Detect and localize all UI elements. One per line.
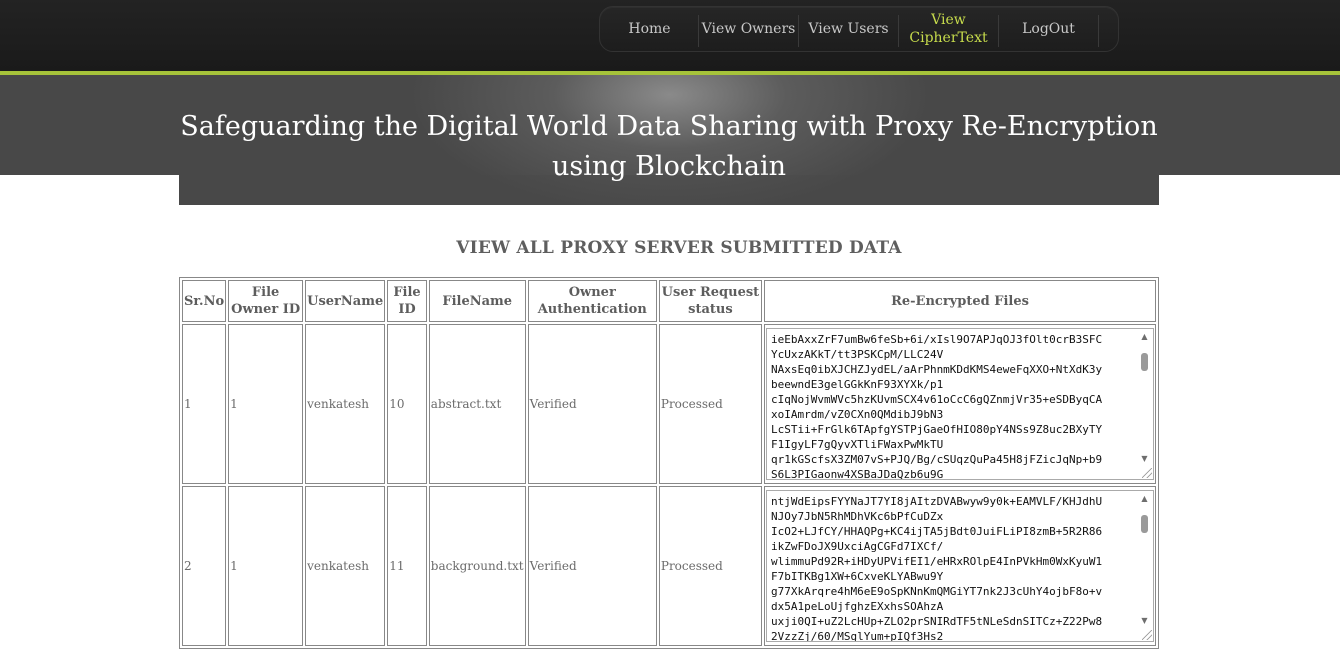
main-nav: Home View Owners View Users View CipherT… — [599, 6, 1119, 52]
table-row: 2 1 venkatesh 11 background.txt Verified… — [182, 486, 1156, 646]
nav-view-owners-link[interactable]: View Owners — [699, 7, 798, 51]
column-header-owner-auth: Owner Authentication — [527, 280, 657, 322]
textarea-scrollbar[interactable]: ▲ ▼ — [1138, 493, 1151, 627]
cell-sr-no: 1 — [182, 324, 227, 484]
cell-sr-no: 2 — [182, 486, 227, 646]
column-header-request-status: User Request status — [658, 280, 762, 322]
cell-file-id: 10 — [387, 324, 427, 484]
column-header-file-id: File ID — [387, 280, 427, 322]
resize-grip-icon[interactable] — [1142, 630, 1152, 640]
cell-re-encrypted-file: ntjWdEipsFYYNaJT7YI8jAItzDVABwyw9y0k+EAM… — [764, 486, 1156, 646]
column-header-sr-no: Sr.No — [182, 280, 227, 322]
column-header-re-encrypted-files: Re-Encrypted Files — [764, 280, 1156, 322]
cipher-textarea[interactable]: ntjWdEipsFYYNaJT7YI8jAItzDVABwyw9y0k+EAM… — [766, 490, 1154, 642]
nav-view-users-link[interactable]: View Users — [799, 7, 898, 51]
cell-re-encrypted-file: ieEbAxxZrF7umBw6feSb+6i/xIsl9O7APJqOJ3fO… — [764, 324, 1156, 484]
site-title: Safeguarding the Digital World Data Shar… — [180, 111, 1158, 182]
column-header-username: UserName — [305, 280, 386, 322]
cell-request-status: Processed — [658, 486, 762, 646]
cell-filename: background.txt — [428, 486, 526, 646]
scroll-thumb[interactable] — [1141, 515, 1148, 533]
scroll-down-arrow-icon[interactable]: ▼ — [1138, 615, 1151, 627]
cell-owner-id: 1 — [228, 486, 304, 646]
column-header-owner-id: File Owner ID — [228, 280, 304, 322]
nav-view-ciphertext-link[interactable]: View CipherText — [899, 7, 998, 51]
table-header-row: Sr.No File Owner ID UserName File ID Fil… — [182, 280, 1156, 322]
cipher-text: ntjWdEipsFYYNaJT7YI8jAItzDVABwyw9y0k+EAM… — [771, 495, 1103, 642]
column-header-filename: FileName — [428, 280, 526, 322]
nav-logout-link[interactable]: LogOut — [999, 7, 1098, 51]
table-row: 1 1 venkatesh 10 abstract.txt Verified P… — [182, 324, 1156, 484]
scroll-up-arrow-icon[interactable]: ▲ — [1138, 331, 1151, 343]
proxy-data-table: Sr.No File Owner ID UserName File ID Fil… — [179, 277, 1159, 649]
resize-grip-icon[interactable] — [1142, 468, 1152, 478]
cell-filename: abstract.txt — [428, 324, 526, 484]
cell-owner-auth: Verified — [527, 324, 657, 484]
cell-owner-auth: Verified — [527, 486, 657, 646]
page-heading: VIEW ALL PROXY SERVER SUBMITTED DATA — [456, 238, 902, 258]
cell-username: venkatesh — [305, 486, 386, 646]
nav-divider — [1098, 15, 1099, 47]
cipher-text: ieEbAxxZrF7umBw6feSb+6i/xIsl9O7APJqOJ3fO… — [771, 333, 1103, 480]
scroll-thumb[interactable] — [1141, 353, 1148, 371]
scroll-up-arrow-icon[interactable]: ▲ — [1138, 493, 1151, 505]
scroll-down-arrow-icon[interactable]: ▼ — [1138, 453, 1151, 465]
cell-file-id: 11 — [387, 486, 427, 646]
cell-request-status: Processed — [658, 324, 762, 484]
cipher-textarea[interactable]: ieEbAxxZrF7umBw6feSb+6i/xIsl9O7APJqOJ3fO… — [766, 328, 1154, 480]
cell-owner-id: 1 — [228, 324, 304, 484]
cell-username: venkatesh — [305, 324, 386, 484]
textarea-scrollbar[interactable]: ▲ ▼ — [1138, 331, 1151, 465]
nav-home-link[interactable]: Home — [600, 7, 699, 51]
